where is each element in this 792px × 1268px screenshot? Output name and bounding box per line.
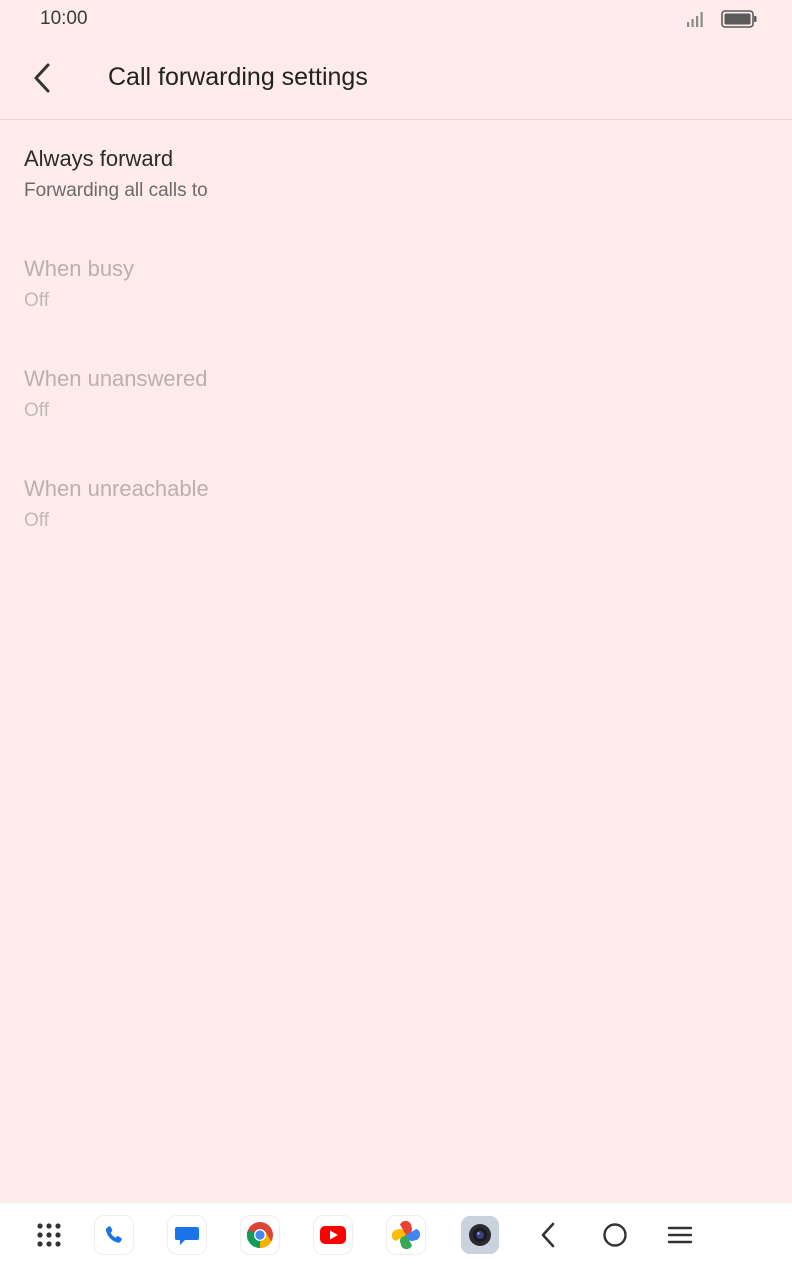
setting-always-forward[interactable]: Always forward Forwarding all calls to [0, 120, 792, 230]
navigation-bar [0, 1202, 792, 1268]
app-drawer-button[interactable] [30, 1216, 68, 1254]
back-button[interactable] [22, 56, 62, 100]
nav-back-button[interactable] [529, 1216, 567, 1254]
camera-icon [469, 1224, 491, 1246]
setting-subtitle: Off [24, 400, 49, 421]
setting-when-busy: When busy Off [0, 230, 792, 340]
nav-recents-button[interactable] [661, 1216, 699, 1254]
chrome-app-button[interactable] [241, 1216, 279, 1254]
setting-title: Always forward [24, 146, 174, 171]
setting-when-unreachable: When unreachable Off [0, 450, 792, 560]
setting-when-unanswered: When unanswered Off [0, 340, 792, 450]
phone-app-button[interactable] [95, 1216, 133, 1254]
camera-app-button[interactable] [461, 1216, 499, 1254]
messages-app-button[interactable] [168, 1216, 206, 1254]
battery-icon [721, 10, 757, 28]
setting-subtitle: Forwarding all calls to [24, 180, 208, 201]
nav-home-button[interactable] [596, 1216, 634, 1254]
status-time: 10:00 [40, 8, 88, 29]
photos-icon [392, 1221, 420, 1249]
settings-list: Always forward Forwarding all calls to W… [0, 120, 792, 560]
signal-icon [687, 12, 703, 27]
setting-title: When unanswered [24, 366, 208, 391]
app-bar: Call forwarding settings [0, 38, 792, 120]
recents-menu-icon [667, 1226, 693, 1244]
setting-subtitle: Off [24, 290, 49, 311]
messages-icon [175, 1227, 199, 1245]
back-arrow-icon [34, 63, 50, 93]
youtube-app-button[interactable] [314, 1216, 352, 1254]
home-icon [603, 1223, 627, 1247]
app-drawer-icon [37, 1223, 61, 1247]
back-icon [541, 1222, 555, 1248]
page-title: Call forwarding settings [108, 63, 368, 91]
setting-title: When busy [24, 256, 135, 281]
phone-icon [105, 1226, 122, 1243]
youtube-icon [320, 1226, 346, 1244]
chrome-icon [246, 1222, 273, 1249]
setting-subtitle: Off [24, 510, 49, 531]
setting-title: When unreachable [24, 476, 209, 501]
status-bar: 10:00 [0, 0, 792, 38]
photos-app-button[interactable] [387, 1216, 425, 1254]
